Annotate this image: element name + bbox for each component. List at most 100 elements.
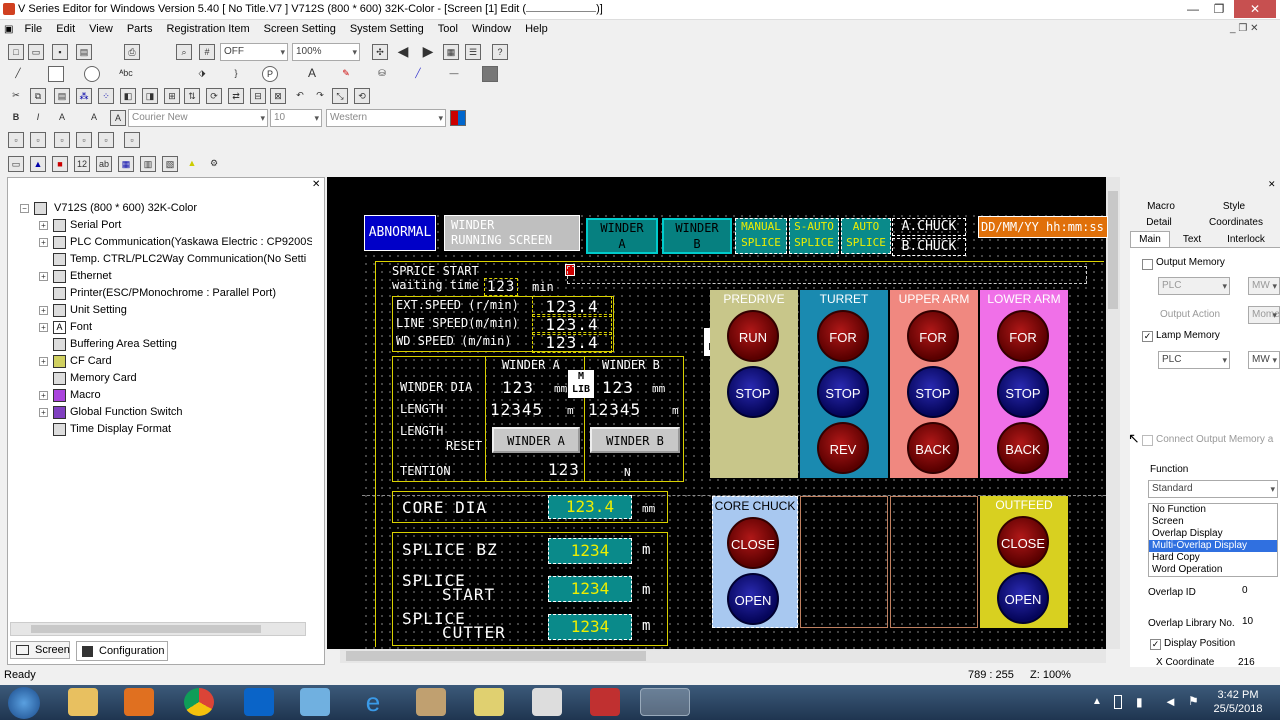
tree-item-font[interactable]: + A Font <box>12 319 312 336</box>
zoom-combo[interactable]: 100% <box>292 43 360 61</box>
volume-icon[interactable]: ◄ <box>1164 694 1177 709</box>
menu-view[interactable]: View <box>82 20 120 38</box>
collapse-icon[interactable]: − <box>20 204 29 213</box>
upper-for-button[interactable]: FOR <box>907 310 959 362</box>
function-option[interactable]: Overlap Display <box>1149 528 1277 540</box>
v-editor-icon[interactable] <box>640 688 690 716</box>
expand-icon[interactable]: + <box>39 391 48 400</box>
save-icon[interactable]: ▪ <box>52 44 68 60</box>
expand-icon[interactable]: + <box>39 272 48 281</box>
predrive-stop-button[interactable]: STOP <box>727 366 779 418</box>
bold-icon[interactable]: B <box>8 110 24 126</box>
tree-item-serial-port[interactable]: + Serial Port <box>12 217 312 234</box>
display-position-checkbox[interactable]: ✓ <box>1150 639 1161 650</box>
function-option[interactable]: Screen <box>1149 516 1277 528</box>
menu-system-setting[interactable]: System Setting <box>343 20 431 38</box>
function-combo[interactable]: Standard <box>1148 480 1278 498</box>
layout1-icon[interactable]: ▫ <box>8 132 24 148</box>
font-size-combo[interactable]: 10 <box>270 109 322 127</box>
font-combo[interactable]: Courier New <box>128 109 268 127</box>
reset-winder-b-button[interactable]: WINDER B <box>590 427 680 453</box>
connect-output-checkbox[interactable] <box>1142 435 1153 446</box>
align2-icon[interactable]: ⊟ <box>250 88 266 104</box>
tab-main[interactable]: Main <box>1130 231 1170 247</box>
output-memory-checkbox[interactable] <box>1142 259 1153 270</box>
line-style-icon[interactable]: — <box>446 66 462 82</box>
paste-icon[interactable]: ▤ <box>54 88 70 104</box>
tree-item-time-display[interactable]: Time Display Format <box>12 421 312 438</box>
hmi-screen[interactable]: ABNORMAL WINDER RUNNING SCREEN WINDER A WI… <box>362 212 1108 649</box>
outlook-icon[interactable] <box>244 688 274 716</box>
part-switch-icon[interactable]: ■ <box>52 156 68 172</box>
part-graph-icon[interactable]: ▥ <box>140 156 156 172</box>
output-action-combo[interactable]: Momen <box>1248 306 1280 324</box>
expand-icon[interactable]: + <box>39 238 48 247</box>
menu-parts[interactable]: Parts <box>120 20 160 38</box>
new-icon[interactable]: □ <box>8 44 24 60</box>
tree-item-memory-card[interactable]: Memory Card <box>12 370 312 387</box>
mdi-controls[interactable]: _ ❐ ✕ <box>1230 23 1258 34</box>
layout2-icon[interactable]: ▫ <box>30 132 46 148</box>
a-chuck-lamp[interactable]: A.CHUCK <box>892 218 966 236</box>
pen-icon[interactable]: ✎ <box>338 66 354 82</box>
tree-item-temp-ctrl[interactable]: Temp. CTRL/PLC2Way Communication(No Sett… <box>12 251 312 268</box>
expand-icon[interactable]: + <box>39 408 48 417</box>
ie-icon[interactable]: e <box>358 688 388 716</box>
layout3-icon[interactable]: ▫ <box>54 132 70 148</box>
help-icon[interactable]: ? <box>492 44 508 60</box>
expand-icon[interactable]: + <box>39 323 48 332</box>
tree-item-macro[interactable]: + Macro <box>12 387 312 404</box>
part-draw-icon[interactable]: ▲ <box>30 156 46 172</box>
flag-icon[interactable]: ⚑ <box>1188 694 1199 708</box>
winder-running-screen-button[interactable]: WINDER RUNNING SCREEN <box>444 215 580 251</box>
function-option[interactable]: Word Operation <box>1149 564 1277 576</box>
lower-for-button[interactable]: FOR <box>997 310 1049 362</box>
menu-help[interactable]: Help <box>518 20 555 38</box>
fill-icon[interactable]: ⛁ <box>374 66 390 82</box>
tab-text[interactable]: Text <box>1174 232 1210 248</box>
tab-detail[interactable]: Detail <box>1130 215 1188 231</box>
back-icon[interactable]: ◨ <box>142 88 158 104</box>
core-chuck-open-button[interactable]: OPEN <box>727 573 779 625</box>
props-close-icon[interactable]: ✕ <box>1268 179 1276 190</box>
media-player-icon[interactable] <box>124 688 154 716</box>
window-icon[interactable] <box>532 688 562 716</box>
battery-icon[interactable] <box>1114 695 1122 709</box>
network-icon[interactable]: ▮ <box>1136 695 1143 709</box>
align-icon[interactable]: ⊞ <box>164 88 180 104</box>
tab-coordinates[interactable]: Coordinates <box>1196 215 1276 231</box>
font-a-icon[interactable]: A <box>304 66 320 82</box>
explorer-icon[interactable] <box>68 688 98 716</box>
circle-icon[interactable] <box>84 66 100 82</box>
expand-icon[interactable]: + <box>39 306 48 315</box>
part-msg-icon[interactable]: ▦ <box>118 156 134 172</box>
tab-screen[interactable]: Screen <box>10 641 70 659</box>
winder-b-button[interactable]: WINDER B <box>662 218 732 254</box>
lamp-plc-combo[interactable]: PLC <box>1158 351 1230 369</box>
menu-screen-setting[interactable]: Screen Setting <box>257 20 343 38</box>
tree-item-printer[interactable]: Printer(ESC/PMonochrome : Parallel Port) <box>12 285 312 302</box>
ungroup-icon[interactable]: ⁘ <box>98 88 114 104</box>
canvas-vscrollbar[interactable] <box>1106 177 1120 649</box>
overlap-id-field[interactable]: 0 <box>1242 585 1248 596</box>
part-gear-icon[interactable]: ⚙ <box>206 156 222 172</box>
font-color-icon[interactable]: A <box>54 110 70 126</box>
arrange-icon[interactable]: ✣ <box>372 44 388 60</box>
next-screen-icon[interactable]: ▶ <box>420 44 436 60</box>
tree-root[interactable]: − V712S (800 * 600) 32K-Color <box>12 200 312 217</box>
winder-a-button[interactable]: WINDER A <box>586 218 658 254</box>
tray-arrow-icon[interactable]: ▲ <box>1092 696 1102 707</box>
expand-icon[interactable]: + <box>39 357 48 366</box>
part-alarm-icon[interactable]: ▧ <box>162 156 178 172</box>
manual-splice-button[interactable]: MANUAL SPLICE <box>735 218 787 254</box>
bracket-icon[interactable]: } <box>228 66 244 82</box>
tab-configuration[interactable]: Configuration <box>76 641 168 661</box>
upper-back-button[interactable]: BACK <box>907 422 959 474</box>
turret-rev-button[interactable]: REV <box>817 422 869 474</box>
notes-icon[interactable] <box>474 688 504 716</box>
tree-item-cf-card[interactable]: + CF Card <box>12 353 312 370</box>
text-icon[interactable]: ᴬbc <box>118 66 134 82</box>
turret-for-button[interactable]: FOR <box>817 310 869 362</box>
menu-file[interactable]: File <box>17 20 49 38</box>
tree-item-plc-communication[interactable]: + PLC Communication(Yaskawa Electric : CP… <box>12 234 312 251</box>
